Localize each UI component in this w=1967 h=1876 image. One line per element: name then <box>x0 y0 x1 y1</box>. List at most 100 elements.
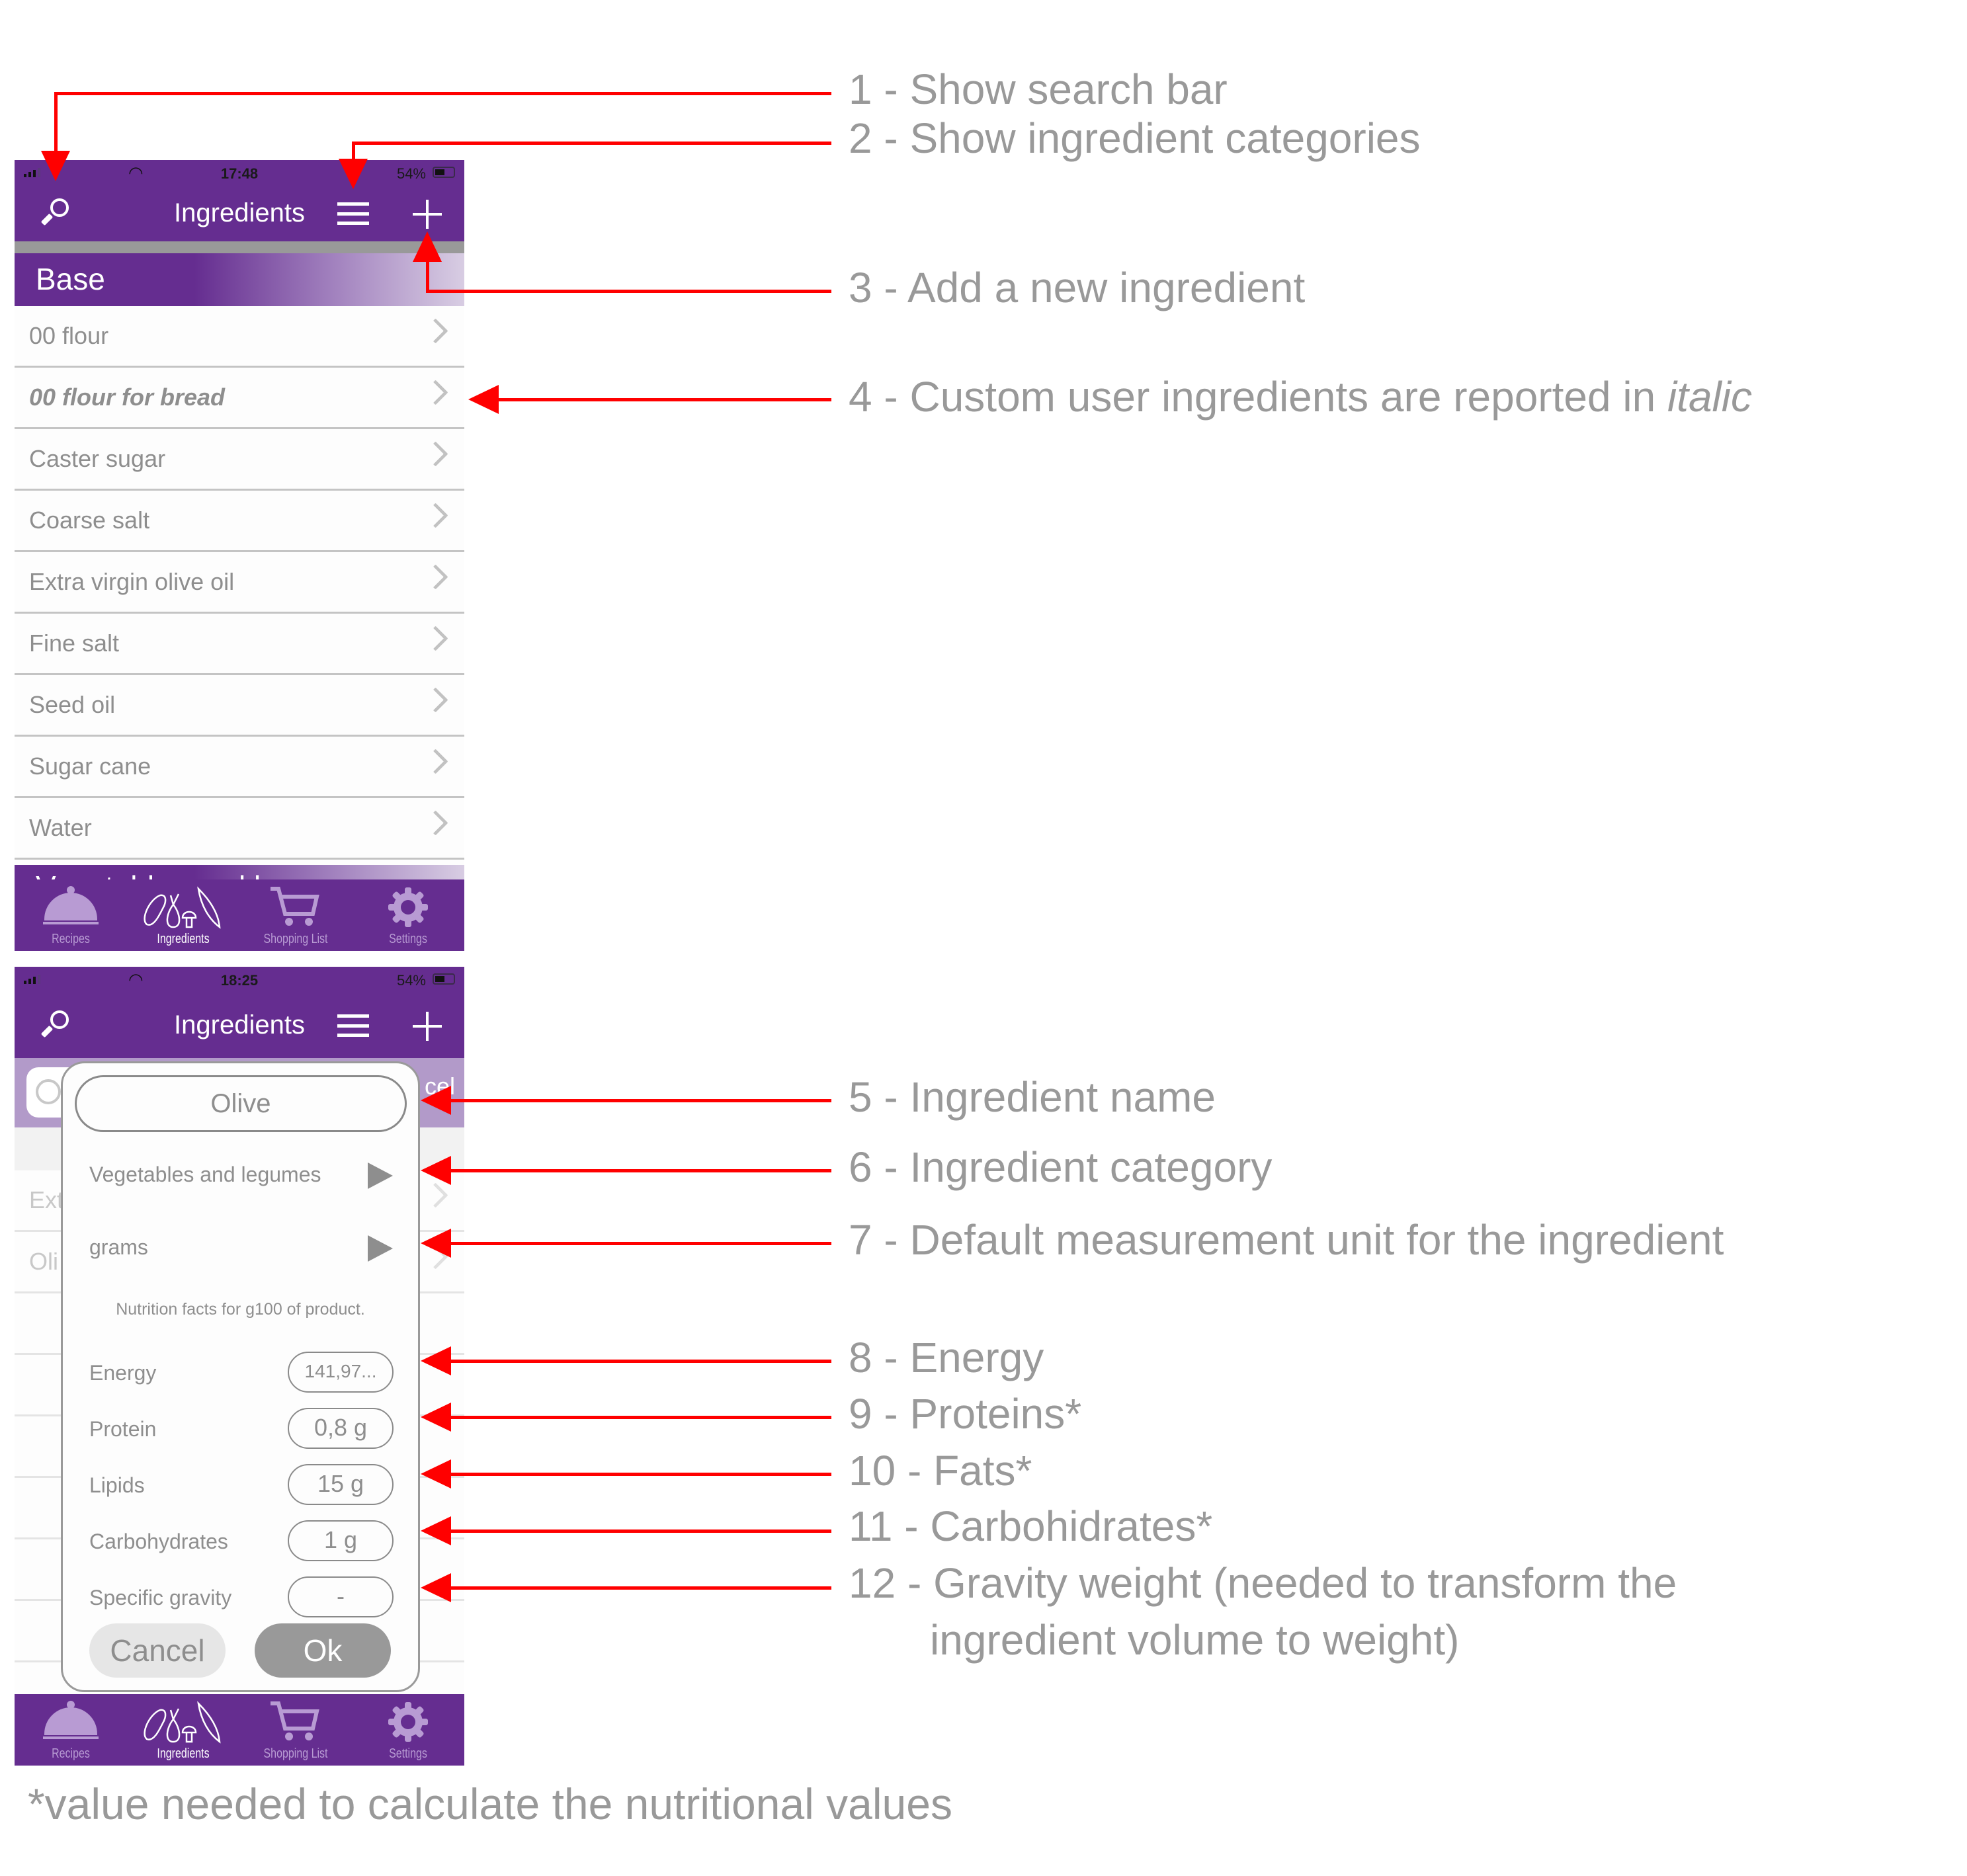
annotation-4: 4 - Custom user ingredients are reported… <box>849 372 1752 421</box>
battery-icon <box>433 167 455 178</box>
tab-shopping-list[interactable]: Shopping List <box>239 879 352 951</box>
annotation-5: 5 - Ingredient name <box>849 1073 1216 1121</box>
chevron-right-icon <box>423 441 448 467</box>
tab-recipes[interactable]: Recipes <box>15 879 127 951</box>
list-item-name: 00 flour for bread <box>29 384 226 411</box>
disclosure-triangle-icon <box>368 1235 393 1262</box>
add-ingredient-icon[interactable] <box>413 200 442 229</box>
field-label: Carbohydrates <box>89 1529 228 1553</box>
tab-label: Ingredients <box>157 1746 210 1761</box>
field-input-carbohydrates[interactable]: 1 g <box>288 1520 394 1561</box>
arrow-5 <box>421 1086 451 1115</box>
unit-selector[interactable]: grams <box>63 1215 418 1282</box>
field-input-protein[interactable]: 0,8 g <box>288 1408 394 1449</box>
arrow-1 <box>41 151 70 181</box>
categories-menu-icon[interactable] <box>337 202 369 225</box>
annotation-12: 12 - Gravity weight (needed to transform… <box>849 1559 1677 1607</box>
tab-settings[interactable]: Settings <box>352 879 464 951</box>
list-item[interactable]: Caster sugar <box>15 429 464 491</box>
list-item-name: Extra virgin olive oil <box>29 568 235 595</box>
unit-value: grams <box>89 1235 148 1259</box>
cloche-icon <box>43 1701 99 1740</box>
categories-menu-icon[interactable] <box>337 1014 369 1037</box>
field-input-energy[interactable]: 141,97... <box>288 1352 394 1393</box>
leader-line-3-vertical <box>426 259 429 292</box>
search-field-icon <box>36 1079 61 1104</box>
annotation-2: 2 - Show ingredient categories <box>849 114 1421 162</box>
leader-line-6 <box>450 1169 831 1172</box>
add-ingredient-icon[interactable] <box>413 1012 442 1041</box>
arrow-6 <box>421 1156 451 1185</box>
cloche-icon <box>43 886 99 926</box>
list-item-name: Oli <box>29 1248 58 1275</box>
list-item[interactable]: Sugar cane <box>15 737 464 798</box>
leader-line-10 <box>450 1473 831 1476</box>
list-item[interactable]: Coarse salt <box>15 491 464 552</box>
arrow-4 <box>468 385 499 414</box>
annotation-3: 3 - Add a new ingredient <box>849 264 1306 311</box>
list-item[interactable]: 00 flour for bread <box>15 368 464 429</box>
list-item-name: 00 flour <box>29 322 109 349</box>
tab-label: Recipes <box>52 932 90 946</box>
field-label: Energy <box>89 1361 157 1385</box>
tab-recipes[interactable]: Recipes <box>15 1694 127 1766</box>
leader-line-9 <box>450 1416 831 1419</box>
tab-shopping-list[interactable]: Shopping List <box>239 1694 352 1766</box>
list-item[interactable]: Extra virgin olive oil <box>15 552 464 614</box>
cart-icon <box>269 1701 322 1745</box>
annotation-4-italic: italic <box>1667 373 1752 421</box>
ingredient-name-input[interactable]: Olive <box>75 1075 407 1132</box>
tab-ingredients[interactable]: Ingredients <box>127 879 239 951</box>
list-item-name: Fine salt <box>29 630 120 657</box>
list-item[interactable]: Fine salt <box>15 614 464 675</box>
chevron-right-icon <box>423 810 448 836</box>
tab-bar: Recipes Ingredients Shopping List Settings <box>15 1694 464 1766</box>
vegetables-icon <box>140 886 226 933</box>
leader-line-2 <box>352 142 831 145</box>
field-label: Protein <box>89 1417 157 1441</box>
leader-line-5 <box>450 1099 831 1102</box>
tab-label: Shopping List <box>263 1746 328 1761</box>
list-item-name: Seed oil <box>29 691 116 718</box>
field-input-specific-gravity[interactable]: - <box>288 1576 394 1617</box>
annotation-12-continued: ingredient volume to weight) <box>930 1616 1460 1664</box>
annotation-11: 11 - Carbohidrates* <box>849 1502 1213 1550</box>
category-selector[interactable]: Vegetables and legumes <box>63 1143 418 1209</box>
ok-button[interactable]: Ok <box>255 1623 391 1678</box>
tab-label: Ingredients <box>157 932 210 946</box>
chevron-right-icon <box>423 1182 448 1208</box>
gear-icon <box>387 1701 429 1746</box>
section-title: Base <box>36 262 105 296</box>
list-item[interactable]: Water <box>15 798 464 860</box>
tab-settings[interactable]: Settings <box>352 1694 464 1766</box>
list-item[interactable]: Seed oil <box>15 675 464 737</box>
page-title: Ingredients <box>174 1010 305 1040</box>
cancel-button[interactable]: Cancel <box>89 1623 226 1678</box>
field-input-lipids[interactable]: 15 g <box>288 1464 394 1505</box>
list-item-name: Coarse salt <box>29 507 150 534</box>
ingredients-list-screen: ◠ 17:48 54% Ingredients Base 00 flour 00 … <box>15 160 464 951</box>
leader-line-11 <box>450 1529 831 1533</box>
nav-header: Ingredients <box>15 993 464 1058</box>
footnote: *value needed to calculate the nutrition… <box>28 1779 952 1828</box>
chevron-right-icon <box>423 318 448 344</box>
list-item-name: Water <box>29 814 92 841</box>
tab-label: Settings <box>389 1746 427 1761</box>
status-bar: ◠ 17:48 54% <box>15 160 464 186</box>
list-item-name: Sugar cane <box>29 753 151 780</box>
nutrition-note: Nutrition facts for g100 of product. <box>116 1300 365 1319</box>
battery-percent: 54% <box>396 165 426 182</box>
arrow-10 <box>421 1459 451 1489</box>
gear-icon <box>387 886 429 932</box>
chevron-right-icon <box>423 503 448 528</box>
list-item-name: Caster sugar <box>29 445 166 472</box>
add-ingredient-screen: ◠ 18:25 54% Ingredients cel Ext Oli Oliv… <box>15 967 464 1766</box>
list-item[interactable]: 00 flour <box>15 306 464 368</box>
section-header-base: Base <box>15 253 464 306</box>
leader-line-4 <box>495 398 831 401</box>
leader-line-8 <box>450 1360 831 1363</box>
arrow-8 <box>421 1346 451 1375</box>
chevron-right-icon <box>423 626 448 651</box>
field-label: Lipids <box>89 1473 145 1497</box>
tab-ingredients[interactable]: Ingredients <box>127 1694 239 1766</box>
